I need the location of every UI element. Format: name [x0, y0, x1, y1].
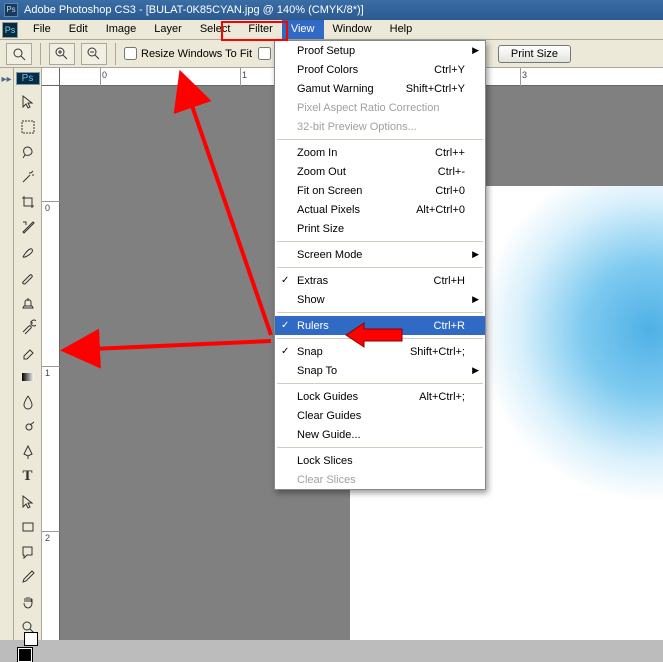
annotation-arrows	[0, 0, 663, 640]
foreground-color-swatch[interactable]	[18, 648, 32, 662]
